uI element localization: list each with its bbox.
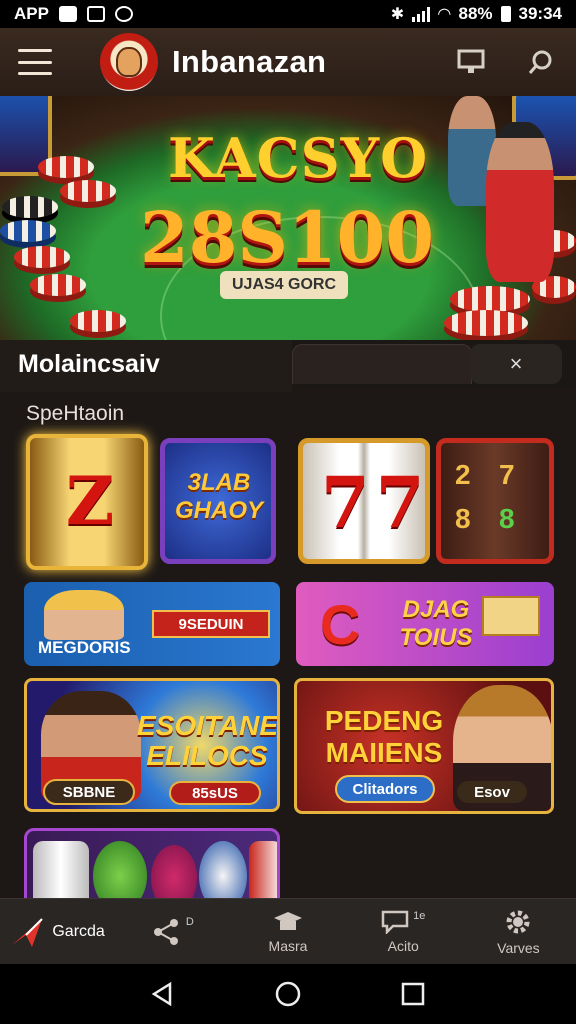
- slot-number: 2: [455, 459, 471, 490]
- slot-title: 3LAB GHAOY: [174, 469, 263, 524]
- reel-icon: [93, 841, 147, 901]
- chip-stack: [0, 220, 56, 242]
- battery-text: 88%: [458, 4, 493, 23]
- status-bar: APP ✱ ◠ 88% 39:34: [0, 0, 576, 28]
- chat-icon: [381, 910, 409, 934]
- chip-stack: [14, 246, 70, 268]
- chip-stack: [450, 286, 530, 312]
- game-card-purple[interactable]: C DJAG TOIUS: [296, 582, 554, 666]
- cast-button[interactable]: [454, 45, 488, 79]
- flag-icon: [482, 596, 540, 636]
- nav-badge: 1e: [413, 909, 426, 922]
- gallery-icon: [86, 6, 105, 22]
- panel-strip: [292, 344, 472, 384]
- slot-symbol: Z: [66, 462, 115, 540]
- search-icon: [528, 50, 552, 74]
- bottom-navigation: Garcda D Masra 1e Acito Varves: [0, 898, 576, 964]
- home-button[interactable]: [268, 974, 308, 1014]
- close-button[interactable]: ×: [470, 344, 562, 384]
- chip-stack: [38, 156, 94, 178]
- card-title: DJAG TOIUS: [399, 596, 473, 651]
- chip-stack: [30, 274, 86, 296]
- nav-label: Acito: [387, 937, 419, 954]
- recents-button[interactable]: [393, 974, 433, 1014]
- chip-stack: [70, 310, 126, 332]
- slot-symbol: 77: [321, 461, 430, 544]
- app-logo: [100, 33, 158, 91]
- nav-label: Garcda: [52, 922, 105, 940]
- card-pill: 85sUS: [169, 781, 261, 805]
- game-tile-seven-slot[interactable]: 77: [298, 438, 430, 564]
- home-icon: [275, 981, 301, 1007]
- back-button[interactable]: [143, 974, 183, 1014]
- menu-icon[interactable]: [18, 49, 52, 75]
- chip-stack: [2, 196, 58, 218]
- recents-icon: [402, 982, 425, 1006]
- nav-item-acito[interactable]: 1e Acito: [346, 899, 461, 964]
- game-tile-blue-slot[interactable]: 3LAB GHAOY: [160, 438, 276, 564]
- reel-icon: [249, 841, 277, 901]
- wifi-icon: ◠: [438, 6, 451, 23]
- share-icon: [153, 918, 178, 945]
- hero-headline: KACSYO: [168, 126, 429, 190]
- gear-icon: [506, 910, 530, 933]
- signal-icon: [412, 6, 431, 22]
- back-icon: [151, 981, 171, 1007]
- game-card-mega[interactable]: MEGDORIS 9SEDUIN: [24, 582, 280, 666]
- status-app-label: APP: [14, 4, 49, 23]
- bluetooth-icon: ✱: [390, 6, 405, 23]
- slot-number: 7: [499, 459, 515, 490]
- monitor-icon: [457, 49, 485, 73]
- slot-number: 8: [499, 503, 515, 534]
- game-card-sports[interactable]: ESOITANE ELILOCS SBBNE 85sUS: [24, 678, 280, 812]
- card-pill: Clitadors: [335, 775, 435, 803]
- nav-badge: D: [185, 915, 194, 928]
- app-header: Inbanazan: [0, 28, 576, 96]
- nav-label: Varves: [497, 939, 540, 956]
- nav-item-masra[interactable]: Masra: [230, 899, 345, 964]
- arrow-icon: [12, 917, 44, 947]
- hero-amount: 28S100: [140, 196, 435, 279]
- game-tile-red-slot[interactable]: 2 7 8 8: [436, 438, 554, 564]
- nav-item-garcda[interactable]: Garcda: [0, 899, 115, 964]
- notification-icon: [58, 6, 77, 22]
- player-figure: [486, 122, 554, 282]
- card-title: PEDENG MAIIENS: [324, 705, 444, 768]
- section-label: SpeHtaoin: [26, 402, 125, 425]
- mascot-icon: [116, 47, 142, 77]
- card-pill: Esov: [457, 781, 527, 803]
- game-card-pending[interactable]: PEDENG MAIIENS Clitadors Esov: [294, 678, 554, 814]
- card-pill: SBBNE: [43, 779, 135, 805]
- game-card-slots[interactable]: [24, 828, 280, 904]
- hero-subtitle: UJAS4 GORC: [220, 271, 348, 299]
- reel-icon: [199, 841, 247, 901]
- card-title: ESOITANE ELILOCS: [137, 710, 279, 771]
- panel-title: Molaincsaiv: [18, 350, 160, 378]
- card-label: MEGDORIS: [38, 638, 131, 657]
- music-icon: [114, 6, 133, 22]
- card-letter: C: [320, 593, 361, 656]
- games-panel: Molaincsaiv × SpeHtaoin Z 3LAB GHAOY 77 …: [0, 340, 576, 904]
- search-button[interactable]: [524, 45, 558, 79]
- system-navigation: [0, 964, 576, 1024]
- character-icon: [44, 590, 124, 640]
- battery-icon: [500, 6, 511, 22]
- game-tile-gold-slot[interactable]: Z: [26, 434, 148, 570]
- trophy-icon: [274, 911, 302, 930]
- reel-icon: [151, 845, 197, 901]
- nav-item-varves[interactable]: Varves: [461, 899, 576, 964]
- reel-icon: [33, 841, 89, 901]
- nav-item-share[interactable]: D: [115, 899, 230, 964]
- hero-banner[interactable]: KACSYO 28S100 UJAS4 GORC: [0, 96, 576, 346]
- card-ribbon: 9SEDUIN: [152, 610, 270, 638]
- slot-number: 8: [455, 503, 471, 534]
- nav-label: Masra: [268, 937, 308, 954]
- app-title: Inbanazan: [172, 44, 327, 79]
- chip-stack: [60, 180, 116, 202]
- chip-stack: [444, 310, 528, 336]
- status-time: 39:34: [518, 4, 562, 23]
